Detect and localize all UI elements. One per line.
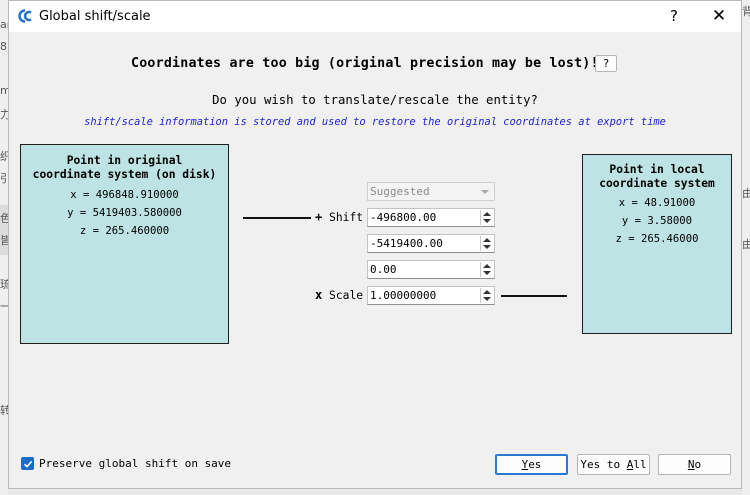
spin-down-icon[interactable] (483, 245, 491, 249)
cloudcompare-app-icon (17, 8, 35, 24)
no-label-rest: o (694, 458, 702, 471)
yes-to-all-label-rest: ll (633, 458, 647, 471)
yes-label-rest: es (528, 458, 542, 471)
yes-to-all-label-before: Yes to (580, 458, 627, 471)
background-glyph: 由 (742, 238, 750, 251)
local-z-value: z = 265.46000 (615, 233, 699, 245)
spin-up-icon[interactable] (483, 264, 491, 268)
yes-mnemonic: Y (521, 458, 529, 471)
background-glyph: m (0, 84, 11, 97)
shift-preset-combo[interactable]: Suggested (367, 182, 495, 201)
original-z-value: z = 265.460000 (79, 225, 170, 237)
checkmark-icon (23, 460, 32, 468)
spin-up-icon[interactable] (483, 290, 491, 294)
original-x-value: x = 496848.910000 (70, 189, 179, 201)
shift-y-value: -5419400.00 (370, 237, 443, 250)
original-y-value: y = 5419403.580000 (67, 207, 182, 219)
local-point-box: Point in local coordinate system x = 48.… (582, 154, 732, 334)
title-help-button[interactable]: ? (659, 4, 689, 28)
background-glyph: 织 (0, 150, 11, 163)
no-button[interactable]: No (658, 454, 731, 475)
preserve-shift-checkbox[interactable] (21, 457, 34, 470)
background-glyph: 色 (0, 212, 11, 225)
shift-y-spin-buttons[interactable] (480, 236, 493, 251)
local-y-value: y = 3.58000 (621, 215, 693, 227)
yes-to-all-button[interactable]: Yes to All (577, 454, 650, 475)
spin-down-icon[interactable] (483, 219, 491, 223)
background-app-right: 背 由 由 (742, 0, 750, 495)
local-x-value: x = 48.91000 (618, 197, 696, 209)
background-app-left: ar 8 m 力 织 引 色 皆 琉 一 转 (0, 0, 12, 495)
scale-spin-buttons[interactable] (480, 288, 493, 303)
chevron-down-icon (481, 190, 489, 194)
original-box-title-line2: coordinate system (on disk) (32, 168, 217, 181)
connector-line-right (501, 295, 567, 297)
scale-spinbox[interactable]: 1.00000000 (367, 286, 495, 305)
shift-y-spinbox[interactable]: -5419400.00 (367, 234, 495, 253)
scale-sign: x (315, 288, 323, 302)
shift-x-spinbox[interactable]: -496800.00 (367, 208, 495, 227)
yes-button[interactable]: Yes (495, 454, 568, 475)
title-bar: Global shift/scale ? ✕ (9, 1, 741, 32)
scale-value: 1.00000000 (370, 289, 437, 302)
preserve-shift-label[interactable]: Preserve global shift on save (39, 457, 231, 470)
original-box-title-line1: Point in original (66, 154, 183, 167)
window-title: Global shift/scale (39, 9, 151, 24)
background-glyph: 力 (0, 108, 11, 121)
spin-up-icon[interactable] (483, 238, 491, 242)
headline-help-button[interactable]: ? (595, 55, 617, 72)
no-mnemonic: N (687, 458, 695, 471)
shift-label-text: Shift (329, 211, 364, 224)
original-point-box: Point in original coordinate system (on … (20, 144, 229, 344)
connector-line-left (243, 217, 311, 219)
shift-z-value: 0.00 (370, 263, 397, 276)
close-button[interactable]: ✕ (704, 4, 734, 28)
info-text: shift/scale information is stored and us… (84, 116, 666, 128)
background-glyph: 琉 (0, 278, 11, 291)
local-box-title-line2: coordinate system (599, 177, 715, 190)
background-glyph: 8 (0, 40, 7, 53)
shift-z-spin-buttons[interactable] (480, 262, 493, 277)
shift-preset-value: Suggested (370, 185, 430, 198)
spin-up-icon[interactable] (483, 212, 491, 216)
shift-x-value: -496800.00 (370, 211, 437, 224)
spin-down-icon[interactable] (483, 271, 491, 275)
scale-label: x Scale (315, 288, 363, 302)
shift-x-spin-buttons[interactable] (480, 210, 493, 225)
question-text: Do you wish to translate/rescale the ent… (212, 93, 538, 107)
warning-headline: Coordinates are too big (original precis… (131, 56, 599, 71)
background-glyph: 皆 (0, 234, 11, 247)
scale-label-text: Scale (329, 289, 364, 302)
background-glyph: 一 (0, 300, 11, 313)
shift-label: + Shift (315, 210, 363, 224)
yes-to-all-mnemonic: A (626, 458, 634, 471)
background-glyph: ar (0, 18, 12, 31)
background-glyph: 引 (0, 172, 11, 185)
spin-down-icon[interactable] (483, 297, 491, 301)
local-box-title-line1: Point in local (609, 163, 705, 176)
background-glyph: 转 (0, 404, 11, 417)
shift-sign: + (315, 210, 323, 224)
shift-z-spinbox[interactable]: 0.00 (367, 260, 495, 279)
global-shift-scale-dialog: Global shift/scale ? ✕ Coordinates are t… (8, 0, 742, 489)
background-glyph: 由 (742, 187, 750, 200)
background-glyph: 背 (742, 5, 750, 18)
